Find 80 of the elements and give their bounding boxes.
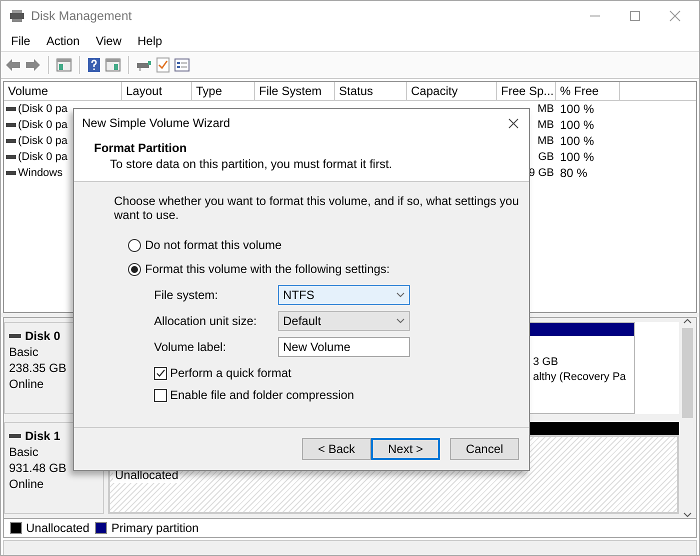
drive-icon[interactable] xyxy=(136,58,152,72)
panel-icon[interactable] xyxy=(56,58,72,72)
checkbox-label[interactable]: Enable file and folder compression xyxy=(170,388,354,402)
disk-size: 238.35 GB xyxy=(9,361,68,375)
caret-icon xyxy=(396,292,405,298)
table-cell: Windows xyxy=(18,167,63,179)
drive-icon xyxy=(9,332,21,340)
table-cell: MB xyxy=(538,103,554,115)
disk-name: Disk 0 xyxy=(25,329,60,343)
table-cell: 100 % xyxy=(560,102,594,116)
cancel-button[interactable]: Cancel xyxy=(450,438,519,460)
radio-label[interactable]: Do not format this volume xyxy=(145,238,282,252)
back-arrow-icon[interactable] xyxy=(5,58,21,72)
checkbox[interactable] xyxy=(154,366,167,380)
scroll-thumb[interactable] xyxy=(682,328,693,418)
legend-label: Primary partition xyxy=(111,521,199,535)
maximize-icon[interactable] xyxy=(629,10,641,22)
column-header[interactable]: Type xyxy=(192,82,255,100)
drive-icon xyxy=(9,9,25,23)
dropdown[interactable]: Default xyxy=(278,311,410,331)
drive-icon xyxy=(9,432,21,440)
table-cell: 100 % xyxy=(560,134,594,148)
checkbox[interactable] xyxy=(154,388,167,402)
disk-size: 931.48 GB xyxy=(9,461,68,475)
back-button[interactable]: < Back xyxy=(302,438,371,460)
column-header[interactable]: % Free xyxy=(556,82,620,100)
scroll-up-icon[interactable] xyxy=(683,318,692,324)
menu-item[interactable]: Action xyxy=(40,32,86,50)
field-label: Allocation unit size: xyxy=(154,314,258,328)
table-cell: GB xyxy=(538,151,554,163)
input-field[interactable]: New Volume xyxy=(278,337,410,357)
field-label: File system: xyxy=(154,288,220,302)
partition-text: 3 GB xyxy=(533,356,560,368)
table-cell: (Disk 0 pa xyxy=(18,119,68,131)
menu-item[interactable]: View xyxy=(90,32,128,50)
forward-arrow-icon[interactable] xyxy=(25,58,41,72)
close-icon[interactable] xyxy=(508,118,519,128)
partition-text: althy (Recovery Pa xyxy=(533,371,627,383)
help-icon[interactable] xyxy=(87,57,101,73)
radio-button[interactable] xyxy=(128,262,141,276)
table-cell: (Disk 0 pa xyxy=(18,103,68,115)
checklist-icon[interactable] xyxy=(156,57,170,73)
table-cell: 100 % xyxy=(560,118,594,132)
column-header[interactable]: Free Sp... xyxy=(497,82,556,100)
next-button[interactable]: Next > xyxy=(371,438,440,460)
legend-label: Unallocated xyxy=(26,521,90,535)
table-cell: (Disk 0 pa xyxy=(18,135,68,147)
column-header[interactable]: Volume xyxy=(4,82,122,100)
disk-name: Disk 1 xyxy=(25,429,60,443)
table-cell: (Disk 0 pa xyxy=(18,151,68,163)
disk-type: Basic xyxy=(9,345,40,359)
menu-item[interactable]: File xyxy=(5,32,36,50)
disk-status: Online xyxy=(9,477,45,491)
partition-block[interactable]: 3 GB althy (Recovery Pa xyxy=(529,322,635,414)
field-label: Volume label: xyxy=(154,340,228,354)
table-cell: 100 % xyxy=(560,150,594,164)
disk-type: Basic xyxy=(9,445,40,459)
window-title: Disk Management xyxy=(31,9,132,23)
column-header[interactable]: File System xyxy=(255,82,335,100)
disk-status: Online xyxy=(9,377,45,391)
menu-item[interactable]: Help xyxy=(132,32,168,50)
table-cell: MB xyxy=(538,119,554,131)
column-header[interactable]: Status xyxy=(335,82,407,100)
scroll-down-icon[interactable] xyxy=(683,512,692,518)
column-header[interactable]: Capacity xyxy=(407,82,497,100)
page-heading: Format Partition xyxy=(93,141,188,155)
column-header[interactable]: Layout xyxy=(122,82,192,100)
instruction-text: Choose whether you want to format this volume, and if so, what settings you want to use. xyxy=(114,194,520,222)
radio-label[interactable]: Format this volume with the following settings: xyxy=(145,262,390,276)
table-cell: 80 % xyxy=(560,166,588,180)
radio-button[interactable] xyxy=(128,238,141,252)
scrollbar[interactable] xyxy=(679,318,696,518)
properties-icon[interactable] xyxy=(174,58,190,72)
checkbox-label[interactable]: Perform a quick format xyxy=(170,366,292,380)
caret-icon xyxy=(396,318,405,324)
page-subheading: To store data on this partition, you must format it first. xyxy=(109,157,394,171)
dialog-title: New Simple Volume Wizard xyxy=(82,116,230,130)
panel-icon[interactable] xyxy=(105,58,121,72)
table-cell: MB xyxy=(538,135,554,147)
dropdown[interactable]: NTFS xyxy=(278,285,410,305)
